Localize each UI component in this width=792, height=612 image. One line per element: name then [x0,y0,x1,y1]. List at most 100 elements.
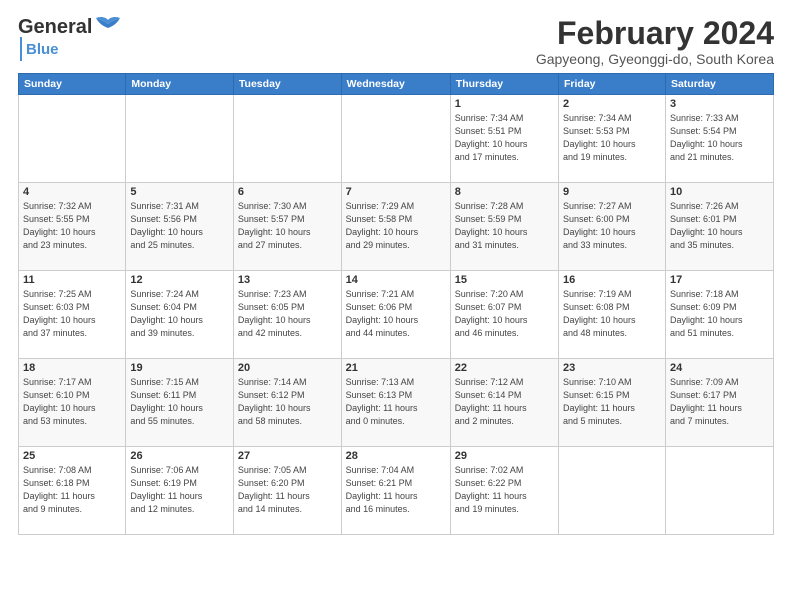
day-info: Sunrise: 7:31 AM Sunset: 5:56 PM Dayligh… [130,200,229,252]
calendar-cell: 6 Sunrise: 7:30 AM Sunset: 5:57 PM Daylig… [233,183,341,271]
calendar-cell: 12Sunrise: 7:24 AM Sunset: 6:04 PM Dayli… [126,271,234,359]
logo-bird-icon [94,16,122,38]
logo-general: General [18,16,92,39]
calendar-header-row: SundayMondayTuesdayWednesdayThursdayFrid… [19,74,774,95]
calendar-cell: 2 Sunrise: 7:34 AM Sunset: 5:53 PM Daylig… [559,95,666,183]
calendar-cell: 8 Sunrise: 7:28 AM Sunset: 5:59 PM Daylig… [450,183,558,271]
day-info: Sunrise: 7:13 AM Sunset: 6:13 PM Dayligh… [346,376,446,428]
day-number: 15 [455,274,554,286]
calendar-cell: 11 Sunrise: 7:25 AM Sunset: 6:03 PM Dayli… [19,271,126,359]
day-info: Sunrise: 7:02 AM Sunset: 6:22 PM Dayligh… [455,464,554,516]
day-number: 27 [238,450,337,462]
day-number: 8 [455,186,554,198]
calendar-cell: 13 Sunrise: 7:23 AM Sunset: 6:05 PM Dayli… [233,271,341,359]
day-info: Sunrise: 7:04 AM Sunset: 6:21 PM Dayligh… [346,464,446,516]
day-of-week-monday: Monday [126,74,234,95]
main-title: February 2024 [536,16,774,51]
day-of-week-tuesday: Tuesday [233,74,341,95]
calendar-cell [19,95,126,183]
day-number: 24 [670,362,769,374]
day-number: 21 [346,362,446,374]
day-of-week-thursday: Thursday [450,74,558,95]
calendar-cell: 16 Sunrise: 7:19 AM Sunset: 6:08 PM Dayli… [559,271,666,359]
calendar-cell: 20Sunrise: 7:14 AM Sunset: 6:12 PM Dayli… [233,359,341,447]
logo: General Blue [18,16,122,61]
calendar-week-row: 18Sunrise: 7:17 AM Sunset: 6:10 PM Dayli… [19,359,774,447]
calendar-cell: 7Sunrise: 7:29 AM Sunset: 5:58 PM Daylig… [341,183,450,271]
calendar-cell: 28Sunrise: 7:04 AM Sunset: 6:21 PM Dayli… [341,447,450,535]
day-info: Sunrise: 7:06 AM Sunset: 6:19 PM Dayligh… [130,464,229,516]
day-info: Sunrise: 7:18 AM Sunset: 6:09 PM Dayligh… [670,288,769,340]
calendar-cell: 23Sunrise: 7:10 AM Sunset: 6:15 PM Dayli… [559,359,666,447]
calendar-cell: 24 Sunrise: 7:09 AM Sunset: 6:17 PM Dayli… [665,359,773,447]
day-number: 2 [563,98,661,110]
calendar-cell: 10 Sunrise: 7:26 AM Sunset: 6:01 PM Dayli… [665,183,773,271]
calendar-cell: 18Sunrise: 7:17 AM Sunset: 6:10 PM Dayli… [19,359,126,447]
day-of-week-sunday: Sunday [19,74,126,95]
day-number: 25 [23,450,121,462]
day-info: Sunrise: 7:23 AM Sunset: 6:05 PM Dayligh… [238,288,337,340]
day-info: Sunrise: 7:08 AM Sunset: 6:18 PM Dayligh… [23,464,121,516]
day-of-week-wednesday: Wednesday [341,74,450,95]
day-info: Sunrise: 7:09 AM Sunset: 6:17 PM Dayligh… [670,376,769,428]
logo-blue: Blue [26,41,59,58]
day-number: 17 [670,274,769,286]
calendar-cell: 4 Sunrise: 7:32 AM Sunset: 5:55 PM Daylig… [19,183,126,271]
day-info: Sunrise: 7:20 AM Sunset: 6:07 PM Dayligh… [455,288,554,340]
day-number: 29 [455,450,554,462]
calendar-cell [233,95,341,183]
calendar-cell [126,95,234,183]
day-number: 11 [23,274,121,286]
calendar-cell: 26 Sunrise: 7:06 AM Sunset: 6:19 PM Dayli… [126,447,234,535]
day-info: Sunrise: 7:33 AM Sunset: 5:54 PM Dayligh… [670,112,769,164]
calendar-cell: 15 Sunrise: 7:20 AM Sunset: 6:07 PM Dayli… [450,271,558,359]
day-info: Sunrise: 7:27 AM Sunset: 6:00 PM Dayligh… [563,200,661,252]
day-number: 10 [670,186,769,198]
day-info: Sunrise: 7:34 AM Sunset: 5:53 PM Dayligh… [563,112,661,164]
title-block: February 2024 Gapyeong, Gyeonggi-do, Sou… [536,16,774,67]
calendar-cell: 21 Sunrise: 7:13 AM Sunset: 6:13 PM Dayli… [341,359,450,447]
day-number: 18 [23,362,121,374]
calendar-cell [559,447,666,535]
day-number: 12 [130,274,229,286]
day-info: Sunrise: 7:15 AM Sunset: 6:11 PM Dayligh… [130,376,229,428]
calendar-week-row: 4 Sunrise: 7:32 AM Sunset: 5:55 PM Daylig… [19,183,774,271]
calendar-week-row: 25 Sunrise: 7:08 AM Sunset: 6:18 PM Dayli… [19,447,774,535]
day-number: 26 [130,450,229,462]
day-number: 13 [238,274,337,286]
day-info: Sunrise: 7:19 AM Sunset: 6:08 PM Dayligh… [563,288,661,340]
day-info: Sunrise: 7:25 AM Sunset: 6:03 PM Dayligh… [23,288,121,340]
calendar-table: SundayMondayTuesdayWednesdayThursdayFrid… [18,73,774,535]
calendar-cell: 9 Sunrise: 7:27 AM Sunset: 6:00 PM Daylig… [559,183,666,271]
day-number: 7 [346,186,446,198]
calendar-week-row: 1Sunrise: 7:34 AM Sunset: 5:51 PM Daylig… [19,95,774,183]
day-info: Sunrise: 7:30 AM Sunset: 5:57 PM Dayligh… [238,200,337,252]
day-info: Sunrise: 7:26 AM Sunset: 6:01 PM Dayligh… [670,200,769,252]
day-number: 6 [238,186,337,198]
calendar-week-row: 11 Sunrise: 7:25 AM Sunset: 6:03 PM Dayli… [19,271,774,359]
page: General Blue February 2024 Gapyeong, Gye… [0,0,792,612]
day-number: 5 [130,186,229,198]
calendar-cell: 17 Sunrise: 7:18 AM Sunset: 6:09 PM Dayli… [665,271,773,359]
calendar-cell: 19Sunrise: 7:15 AM Sunset: 6:11 PM Dayli… [126,359,234,447]
calendar-cell: 3Sunrise: 7:33 AM Sunset: 5:54 PM Daylig… [665,95,773,183]
day-info: Sunrise: 7:32 AM Sunset: 5:55 PM Dayligh… [23,200,121,252]
day-number: 4 [23,186,121,198]
calendar-cell: 14 Sunrise: 7:21 AM Sunset: 6:06 PM Dayli… [341,271,450,359]
calendar-cell [665,447,773,535]
day-number: 9 [563,186,661,198]
day-info: Sunrise: 7:14 AM Sunset: 6:12 PM Dayligh… [238,376,337,428]
calendar-cell: 5 Sunrise: 7:31 AM Sunset: 5:56 PM Daylig… [126,183,234,271]
day-info: Sunrise: 7:21 AM Sunset: 6:06 PM Dayligh… [346,288,446,340]
day-info: Sunrise: 7:28 AM Sunset: 5:59 PM Dayligh… [455,200,554,252]
day-number: 16 [563,274,661,286]
day-number: 14 [346,274,446,286]
calendar-cell: 25 Sunrise: 7:08 AM Sunset: 6:18 PM Dayli… [19,447,126,535]
day-info: Sunrise: 7:12 AM Sunset: 6:14 PM Dayligh… [455,376,554,428]
day-number: 1 [455,98,554,110]
day-number: 23 [563,362,661,374]
calendar-cell: 22 Sunrise: 7:12 AM Sunset: 6:14 PM Dayli… [450,359,558,447]
calendar-cell: 27Sunrise: 7:05 AM Sunset: 6:20 PM Dayli… [233,447,341,535]
calendar-cell: 29 Sunrise: 7:02 AM Sunset: 6:22 PM Dayli… [450,447,558,535]
day-number: 22 [455,362,554,374]
